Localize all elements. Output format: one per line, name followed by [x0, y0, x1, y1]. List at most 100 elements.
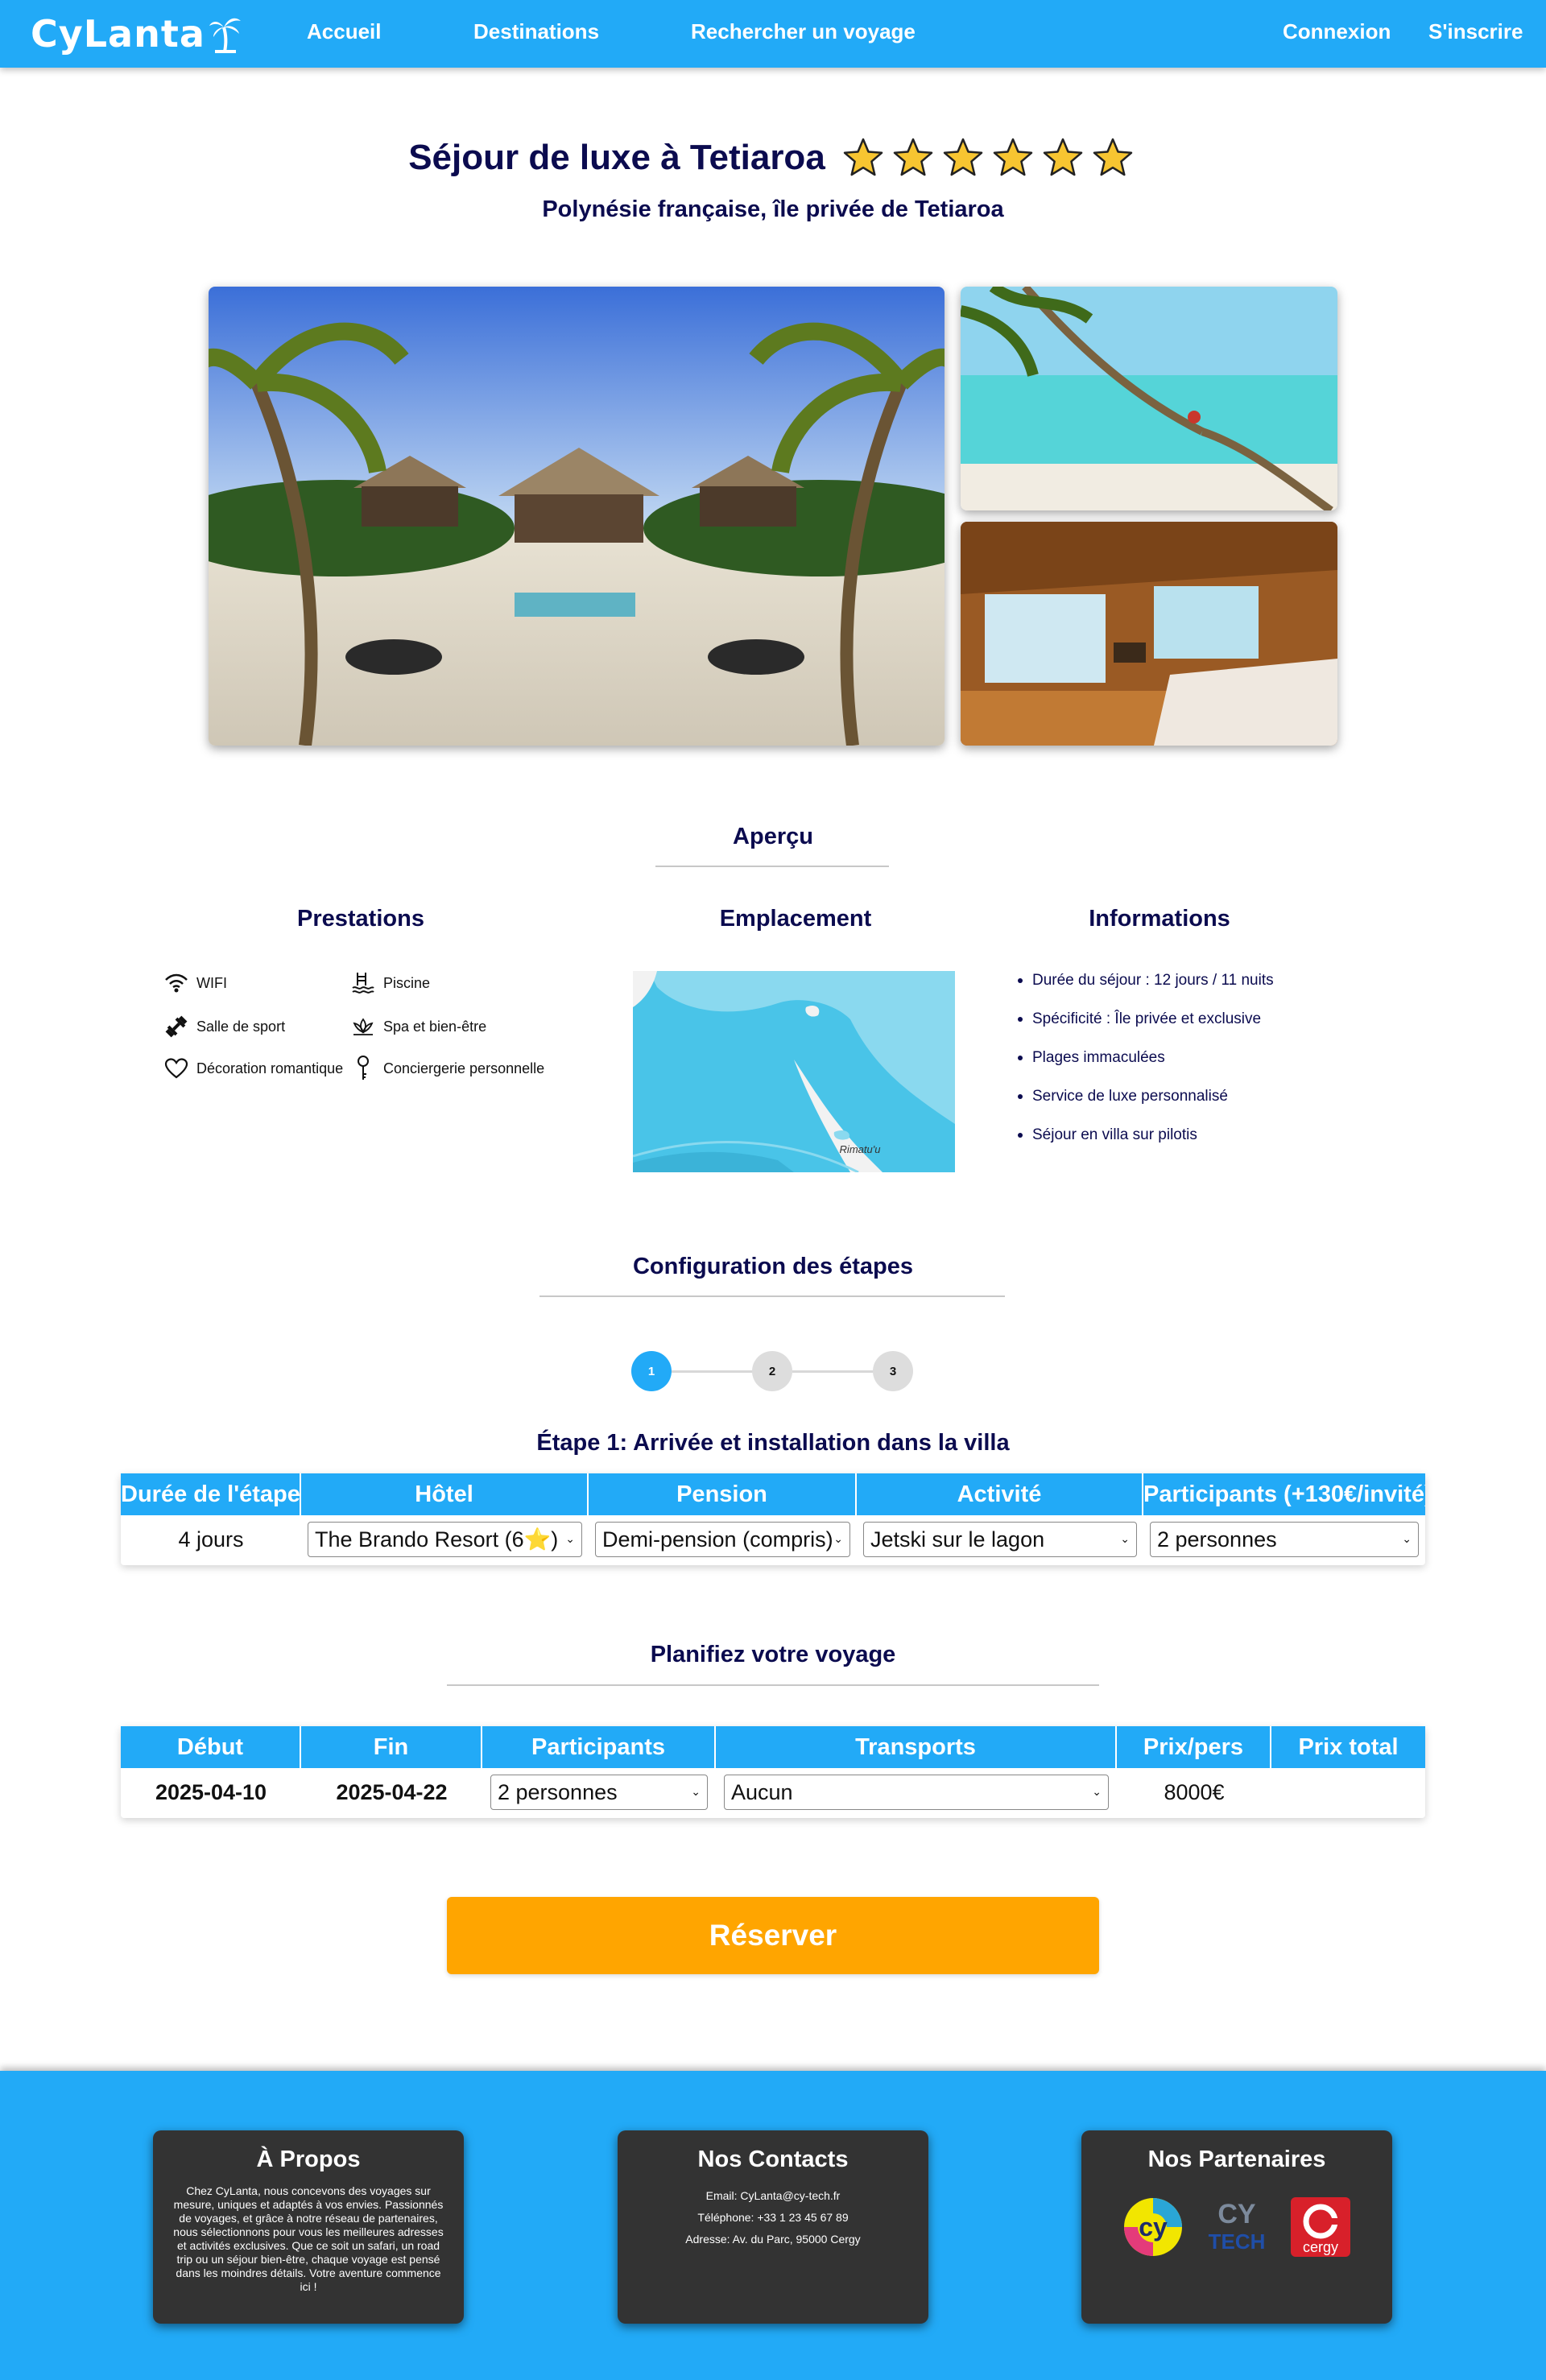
svg-text:TECH: TECH: [1209, 2229, 1266, 2254]
navbar: CyLanta Accueil Destinations Rechercher …: [0, 0, 1546, 68]
amenity-spa: Spa et bien-être: [351, 1014, 486, 1039]
nav-link-search-trip[interactable]: Rechercher un voyage: [691, 19, 916, 44]
nav-link-destinations[interactable]: Destinations: [473, 19, 599, 44]
brand-logo[interactable]: CyLanta: [31, 11, 242, 56]
contact-email[interactable]: Email: CyLanta@cy-tech.fr: [618, 2189, 928, 2203]
partners-title: Nos Partenaires: [1147, 2147, 1326, 2172]
transport-cell: Aucun ⌄: [716, 1768, 1117, 1816]
steps-config-title: Configuration des étapes: [632, 1254, 914, 1279]
heart-icon: [164, 1058, 188, 1079]
signup-link[interactable]: S'inscrire: [1428, 19, 1523, 44]
chevron-down-icon: ⌄: [1120, 1532, 1130, 1545]
key-icon: [358, 1056, 369, 1080]
chevron-down-icon: ⌄: [833, 1532, 843, 1545]
star-icon: [843, 138, 883, 176]
table-row: 4 jours The Brando Resort (6⭐) ⌄ Demi-pen…: [121, 1515, 1425, 1564]
price-total: [1271, 1768, 1425, 1816]
select-value: Jetski sur le lagon: [870, 1527, 1045, 1552]
emplacement-title: Emplacement: [719, 906, 872, 932]
chevron-down-icon: ⌄: [1402, 1532, 1412, 1545]
beach-palm-photo[interactable]: [961, 287, 1337, 510]
amenity-label: Conciergerie personnelle: [383, 1060, 545, 1076]
column-header: Prix total: [1298, 1734, 1399, 1760]
informations-title: Informations: [1089, 906, 1230, 932]
cergy-logo[interactable]: cergy: [1289, 2196, 1352, 2258]
contacts-title: Nos Contacts: [697, 2147, 849, 2172]
location-map[interactable]: Rimatu'u: [633, 971, 955, 1172]
star-icon: [893, 138, 933, 176]
step-connector: [672, 1370, 754, 1373]
wifi-icon: [165, 973, 188, 993]
overview-divider: [655, 866, 889, 867]
column-header: Hôtel: [301, 1473, 589, 1515]
plan-participants-select[interactable]: 2 personnes ⌄: [490, 1775, 708, 1810]
pension-cell: Demi-pension (compris) ⌄: [589, 1515, 857, 1564]
plan-title: Planifiez votre voyage: [650, 1642, 896, 1667]
footer: À Propos Chez CyLanta, nous concevons de…: [0, 2071, 1546, 2380]
info-list: Durée du séjour : 12 jours / 11 nuits Sp…: [1016, 969, 1274, 1163]
plan-table-header: Début Fin Participants Transports Prix/p…: [121, 1726, 1425, 1768]
activity-select[interactable]: Jetski sur le lagon ⌄: [863, 1522, 1137, 1557]
amenity-romantic: Décoration romantique: [164, 1057, 343, 1080]
chevron-down-icon: ⌄: [1092, 1785, 1102, 1798]
contact-address: Adresse: Av. du Parc, 95000 Cergy: [685, 2233, 861, 2246]
transport-select[interactable]: Aucun ⌄: [724, 1775, 1109, 1810]
step-participants-select[interactable]: 2 personnes ⌄: [1150, 1522, 1419, 1557]
price-per-person: 8000€: [1164, 1779, 1225, 1804]
start-date: 2025-04-10: [155, 1779, 267, 1804]
contacts-card: Nos Contacts Email: CyLanta@cy-tech.fr T…: [618, 2130, 928, 2324]
nav-link-accueil[interactable]: Accueil: [307, 19, 382, 44]
amenity-label: Spa et bien-être: [383, 1018, 487, 1035]
step-indicator-2[interactable]: 2: [752, 1351, 792, 1391]
spa-icon: [353, 1018, 374, 1035]
info-item: Séjour en villa sur pilotis: [1016, 1124, 1274, 1163]
main-resort-photo[interactable]: [209, 287, 945, 746]
plan-divider: [447, 1684, 1099, 1686]
amenity-label: Salle de sport: [196, 1018, 286, 1035]
column-header: Participants (+130€/invité): [1143, 1481, 1425, 1507]
cy-university-logo[interactable]: cy: [1122, 2196, 1184, 2258]
info-item: Service de luxe personnalisé: [1016, 1085, 1274, 1124]
step-title: Étape 1: Arrivée et installation dans la…: [536, 1430, 1010, 1456]
palm-tree-icon: [209, 18, 241, 53]
contact-phone[interactable]: Téléphone: +33 1 23 45 67 89: [618, 2211, 928, 2225]
activity-cell: Jetski sur le lagon ⌄: [857, 1515, 1143, 1564]
column-header: Participants: [482, 1726, 716, 1768]
brand-name: CyLanta: [31, 12, 205, 56]
step-connector: [792, 1370, 874, 1373]
hotel-select[interactable]: The Brando Resort (6⭐) ⌄: [308, 1522, 582, 1557]
star-rating: [838, 137, 1138, 179]
about-text: Chez CyLanta, nous concevons des voyages…: [173, 2184, 444, 2293]
reserve-button[interactable]: Réserver: [447, 1897, 1099, 1974]
svg-text:cy: cy: [1139, 2213, 1168, 2242]
step-indicator-1[interactable]: 1: [631, 1351, 672, 1391]
pool-icon: [352, 973, 374, 994]
end-date: 2025-04-22: [336, 1779, 448, 1804]
pension-select[interactable]: Demi-pension (compris) ⌄: [595, 1522, 850, 1557]
prestations-title: Prestations: [297, 906, 424, 932]
villa-bedroom-photo[interactable]: [961, 522, 1337, 746]
chevron-down-icon: ⌄: [565, 1532, 575, 1545]
overview-title: Aperçu: [733, 824, 813, 849]
star-icon: [943, 138, 983, 176]
table-row: 2025-04-10 2025-04-22 2 personnes ⌄ Aucun…: [121, 1768, 1425, 1816]
svg-text:cergy: cergy: [1303, 2239, 1338, 2255]
info-item: Durée du séjour : 12 jours / 11 nuits: [1016, 969, 1274, 1008]
select-value: 2 personnes: [498, 1779, 618, 1804]
partner-logos: cy CY TECH cergy: [1081, 2196, 1392, 2258]
plan-table: Début Fin Participants Transports Prix/p…: [121, 1726, 1425, 1818]
select-value: The Brando Resort (6⭐): [315, 1527, 559, 1552]
star-icon: [1093, 138, 1133, 176]
column-header: Pension: [589, 1473, 857, 1515]
column-header: Durée de l'étape: [121, 1473, 301, 1515]
step-indicator-3[interactable]: 3: [873, 1351, 913, 1391]
step-table: Durée de l'étape Hôtel Pension Activité …: [121, 1473, 1425, 1565]
about-title: À Propos: [256, 2147, 361, 2172]
title-row: Séjour de luxe à Tetiaroa: [0, 137, 1546, 179]
step-participants-cell: 2 personnes ⌄: [1143, 1515, 1425, 1564]
dumbbell-icon: [165, 1015, 188, 1038]
amenity-label: Décoration romantique: [196, 1060, 344, 1076]
column-header: Transports: [716, 1726, 1117, 1768]
cy-tech-logo[interactable]: CY TECH: [1205, 2196, 1268, 2258]
login-link[interactable]: Connexion: [1283, 19, 1391, 44]
